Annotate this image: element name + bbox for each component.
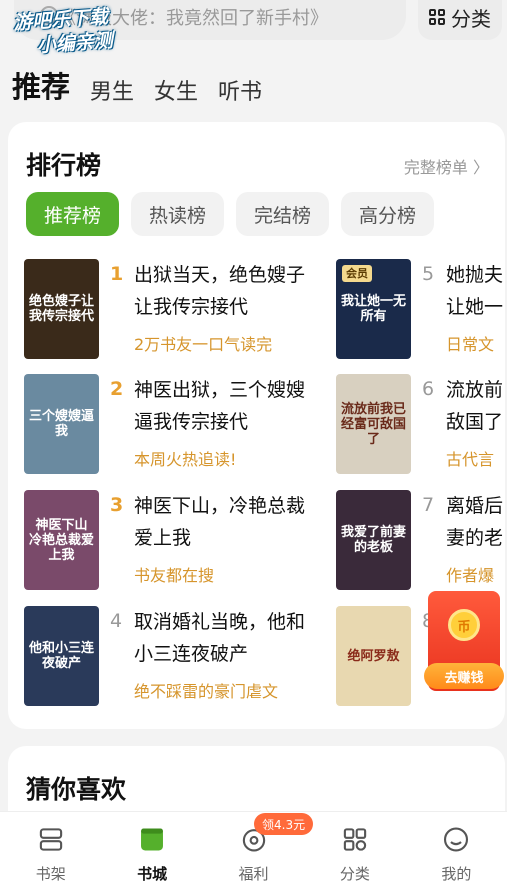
book-title: 取消婚礼当晚，他和小三连夜破产 (134, 611, 306, 665)
nav-label: 分类 (339, 865, 370, 883)
book-item[interactable]: 他和小三连夜破产 4 取消婚礼当晚，他和小三连夜破产 绝不踩雷的豪门虐文 (24, 606, 324, 710)
book-cover: 绝色嫂子让我传宗接代 (24, 259, 99, 359)
nav-label: 福利 (238, 865, 269, 883)
nav-label: 书架 (35, 865, 66, 883)
tab-male[interactable]: 男生 (90, 74, 134, 106)
book-cover: 流放前我已经富可敌国了 (336, 374, 411, 474)
rank-number: 7 (422, 494, 435, 516)
book-title: 神医下山，冷艳总裁爱上我 (134, 495, 306, 549)
ranking-tabs: 推荐榜 热读榜 完结榜 高分榜 (26, 192, 435, 236)
book-cover: 他和小三连夜破产 (24, 606, 99, 706)
channel-tabs: 推荐 男生 女生 听书 (12, 60, 262, 106)
category-button-label: 分类 (451, 6, 491, 31)
top-bar: 《满级大佬：我竟然回了新手村》 游吧乐下载 小编亲测 分类 (0, 0, 507, 57)
book-tag: 作者爆 (446, 566, 495, 585)
grid-icon (429, 9, 445, 25)
rank-number: 3 (110, 494, 124, 516)
book-item[interactable]: 我爱了前妻的老板 7 离婚后妻的老 作者爆 (336, 490, 505, 594)
rank-number: 4 (110, 610, 123, 632)
watermark-logo: 游吧乐下载 小编亲测 (12, 5, 114, 57)
book-item[interactable]: 绝色嫂子让我传宗接代 1 出狱当天，绝色嫂子让我传宗接代 2万书友一口气读完 (24, 259, 324, 363)
bookstore-icon (141, 828, 164, 851)
book-title: 出狱当天，绝色嫂子让我传宗接代 (134, 264, 306, 318)
book-tag: 绝不踩雷的豪门虐文 (134, 682, 279, 701)
book-tag: 日常文 (446, 335, 495, 354)
rank-number: 2 (110, 378, 124, 400)
nav-profile[interactable]: 我的 (406, 812, 507, 884)
book-cover: 会员 我让她一无所有 (336, 259, 411, 359)
coin-icon: 币 (448, 609, 480, 641)
nav-label: 书城 (137, 865, 168, 883)
rank-number: 6 (422, 378, 435, 400)
nav-label: 我的 (441, 865, 472, 883)
book-item[interactable]: 三个嫂嫂逼我 2 神医出狱，三个嫂嫂逼我传宗接代 本周火热追读! (24, 374, 324, 478)
welfare-badge: 领4.3元 (254, 813, 314, 835)
book-item[interactable]: 会员 我让她一无所有 5 她抛夫让她一 日常文 (336, 259, 505, 363)
category-button[interactable]: 分类 (418, 0, 502, 40)
tab-recommend[interactable]: 推荐 (12, 64, 70, 106)
book-item[interactable]: 神医下山 冷艳总裁爱上我 3 神医下山，冷艳总裁爱上我 书友都在搜 (24, 490, 324, 594)
book-cover: 神医下山 冷艳总裁爱上我 (24, 490, 99, 590)
tab-audiobook[interactable]: 听书 (218, 74, 262, 106)
book-tag: 2万书友一口气读完 (134, 335, 273, 354)
book-title: 离婚后妻的老 (446, 495, 504, 549)
ranking-title: 排行榜 (26, 151, 102, 180)
nav-bookstore[interactable]: 书城 (101, 812, 202, 884)
nav-bookshelf[interactable]: 书架 (0, 812, 101, 884)
book-tag: 古代言 (446, 450, 495, 469)
profile-icon (444, 827, 469, 852)
rank-number: 5 (422, 263, 435, 285)
bookshelf-icon (39, 828, 62, 851)
nav-category[interactable]: 分类 (304, 812, 405, 884)
book-cover: 三个嫂嫂逼我 (24, 374, 99, 474)
book-cover: 我爱了前妻的老板 (336, 490, 411, 590)
rank-tab-recommend[interactable]: 推荐榜 (26, 192, 120, 236)
rank-tab-high-score[interactable]: 高分榜 (341, 192, 435, 236)
rank-number: 1 (110, 263, 124, 285)
book-cover: 绝阿罗敖 (336, 606, 411, 706)
guess-you-like-title: 猜你喜欢 (26, 775, 127, 804)
book-title: 她抛夫让她一 (446, 264, 504, 318)
book-item[interactable]: 流放前我已经富可敌国了 6 流放前敌国了 古代言 (336, 374, 505, 478)
category-icon (343, 828, 367, 851)
earn-money-widget[interactable]: 币 去赚钱 (424, 591, 504, 691)
vip-badge: 会员 (342, 265, 372, 282)
book-title: 流放前敌国了 (446, 379, 504, 433)
earn-money-label: 去赚钱 (424, 663, 504, 689)
full-ranking-link[interactable]: 完整榜单 〉 (404, 154, 489, 178)
book-tag: 书友都在搜 (134, 566, 215, 585)
rank-tab-finished[interactable]: 完结榜 (236, 192, 330, 236)
tab-female[interactable]: 女生 (154, 74, 198, 106)
rank-tab-hot[interactable]: 热读榜 (131, 192, 225, 236)
book-tag: 本周火热追读! (134, 450, 237, 469)
book-title: 神医出狱，三个嫂嫂逼我传宗接代 (134, 379, 306, 433)
